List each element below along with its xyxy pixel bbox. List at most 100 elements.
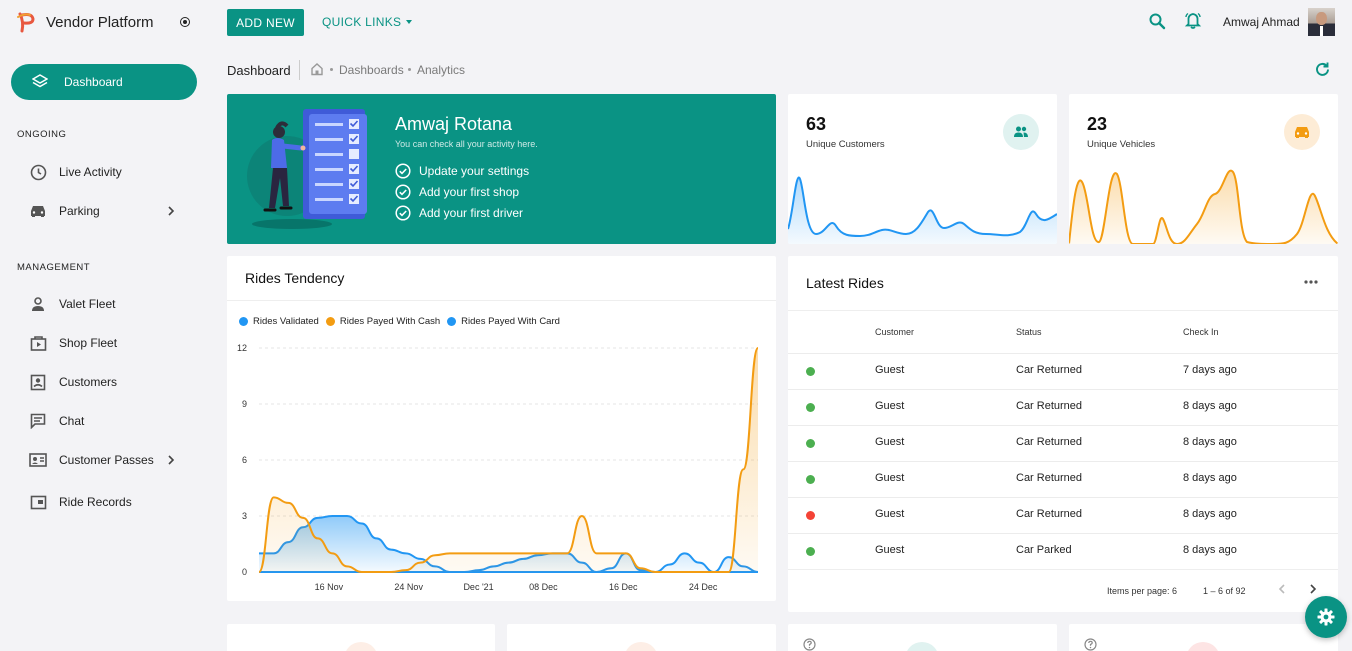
check-circle-icon bbox=[395, 205, 411, 221]
checkin-cell: 8 days ago bbox=[1183, 400, 1237, 412]
legend-label: Rides Payed With Card bbox=[461, 316, 560, 327]
table-row[interactable]: Guest Car Returned 8 days ago bbox=[788, 497, 1338, 533]
record-icon bbox=[28, 492, 48, 512]
sidebar-item-dashboard[interactable]: Dashboard bbox=[11, 64, 197, 100]
breadcrumb-divider bbox=[299, 60, 300, 80]
p-logo-icon bbox=[17, 12, 35, 33]
x-tick-label: 16 Dec bbox=[609, 582, 638, 592]
check-circle-icon bbox=[395, 184, 411, 200]
y-tick-label: 6 bbox=[242, 455, 247, 465]
chevron-left-icon[interactable] bbox=[1275, 582, 1289, 596]
task-item[interactable]: Add your first driver bbox=[395, 205, 523, 221]
sidebar-item-label: Shop Fleet bbox=[59, 336, 118, 350]
welcome-name: Amwaj Rotana bbox=[395, 114, 513, 134]
table-row[interactable]: Guest Car Returned 7 days ago bbox=[788, 353, 1338, 389]
sidebar-item-label: Customer Passes bbox=[59, 453, 154, 467]
x-tick-label: 08 Dec bbox=[529, 582, 558, 592]
sidebar-toggle-icon[interactable] bbox=[180, 17, 190, 27]
help-icon[interactable] bbox=[803, 638, 816, 651]
breadcrumb-dot bbox=[330, 68, 333, 71]
stat-card bbox=[1069, 624, 1338, 651]
chevron-right-icon bbox=[168, 455, 175, 465]
x-tick-label: Dec '21 bbox=[463, 582, 493, 592]
help-icon[interactable] bbox=[1084, 638, 1097, 651]
task-label: Update your settings bbox=[419, 164, 530, 178]
stat-icon-badge bbox=[624, 642, 658, 651]
customer-cell: Guest bbox=[875, 472, 905, 484]
layers-icon bbox=[30, 72, 50, 92]
stat-card bbox=[507, 624, 776, 651]
status-dot bbox=[806, 511, 815, 520]
checkin-cell: 8 days ago bbox=[1183, 544, 1237, 556]
quick-links-dropdown[interactable]: QUICK LINKS bbox=[322, 15, 413, 29]
task-item[interactable]: Update your settings bbox=[395, 163, 529, 179]
status-cell: Car Returned bbox=[1016, 400, 1083, 412]
section-management: MANAGEMENT bbox=[17, 262, 91, 273]
status-cell: Car Returned bbox=[1016, 364, 1083, 376]
card-title: Latest Rides bbox=[806, 275, 884, 291]
stat-card-customers: 63 Unique Customers bbox=[788, 94, 1057, 244]
id-card-icon bbox=[28, 450, 48, 470]
sidebar-item-chat[interactable]: Chat bbox=[28, 409, 188, 433]
table-row[interactable]: Guest Car Returned 8 days ago bbox=[788, 461, 1338, 497]
settings-fab[interactable] bbox=[1305, 596, 1347, 638]
sidebar-item-label: Parking bbox=[59, 204, 100, 218]
table-row[interactable]: Guest Car Returned 8 days ago bbox=[788, 425, 1338, 461]
legend-item[interactable]: Rides Validated bbox=[239, 316, 319, 327]
legend-item[interactable]: Rides Payed With Card bbox=[447, 316, 560, 327]
checklist-illustration bbox=[247, 109, 367, 229]
status-dot bbox=[806, 367, 815, 376]
rides-tendency-chart: 0 3 6 9 12 16 Nov 24 Nov Dec '21 08 Dec 16 Dec 24 … bbox=[237, 343, 759, 592]
status-cell: Car Parked bbox=[1016, 544, 1072, 556]
legend-dot bbox=[239, 317, 248, 326]
sidebar-item-valet-fleet[interactable]: Valet Fleet bbox=[28, 292, 188, 316]
card-title: Rides Tendency bbox=[245, 270, 345, 286]
stat-icon-badge bbox=[344, 642, 378, 651]
sidebar-item-customer-passes[interactable]: Customer Passes bbox=[28, 448, 188, 472]
customer-cell: Guest bbox=[875, 508, 905, 520]
gear-icon bbox=[1317, 608, 1335, 626]
legend-item[interactable]: Rides Payed With Cash bbox=[325, 316, 440, 327]
home-icon[interactable] bbox=[310, 62, 324, 76]
task-item[interactable]: Add your first shop bbox=[395, 184, 519, 200]
status-dot bbox=[806, 403, 815, 412]
add-new-button[interactable]: ADD NEW bbox=[227, 9, 304, 36]
table-row[interactable]: Guest Car Returned 8 days ago bbox=[788, 389, 1338, 425]
search-icon[interactable] bbox=[1148, 12, 1166, 30]
y-tick-label: 3 bbox=[242, 511, 247, 521]
sidebar-item-live-activity[interactable]: Live Activity bbox=[28, 160, 188, 184]
stat-value: 23 bbox=[1087, 114, 1108, 134]
bell-icon[interactable] bbox=[1184, 12, 1202, 30]
x-tick-label: 24 Dec bbox=[689, 582, 718, 592]
breadcrumb-item: Analytics bbox=[417, 63, 466, 77]
task-label: Add your first driver bbox=[419, 206, 524, 220]
brand[interactable]: Vendor Platform bbox=[16, 11, 154, 33]
refresh-icon[interactable] bbox=[1314, 61, 1331, 78]
more-horizontal-icon[interactable] bbox=[1304, 279, 1318, 285]
chevron-right-icon[interactable] bbox=[1306, 582, 1320, 596]
status-dot bbox=[806, 475, 815, 484]
rides-tendency-card: Rides Tendency Rides Validated Rides Pay… bbox=[227, 256, 776, 601]
legend-dot bbox=[325, 317, 335, 326]
sidebar-item-shop-fleet[interactable]: Shop Fleet bbox=[28, 331, 188, 355]
y-tick-label: 12 bbox=[237, 343, 247, 353]
chevron-right-icon bbox=[168, 206, 175, 216]
avatar[interactable] bbox=[1308, 8, 1335, 36]
x-tick-label: 16 Nov bbox=[315, 582, 344, 592]
sidebar-item-ride-records[interactable]: Ride Records bbox=[28, 490, 188, 514]
breadcrumb-item[interactable]: Dashboards bbox=[339, 63, 404, 77]
column-header[interactable]: Check In bbox=[1183, 327, 1219, 337]
divider bbox=[788, 310, 1338, 311]
table-row[interactable]: Guest Car Parked 8 days ago bbox=[788, 533, 1338, 569]
stat-icon-badge bbox=[1186, 642, 1220, 651]
items-per-page[interactable]: Items per page: 6 bbox=[1107, 586, 1177, 596]
stat-card bbox=[227, 624, 495, 651]
breadcrumb-dot bbox=[408, 68, 411, 71]
column-header[interactable]: Customer bbox=[875, 327, 914, 337]
welcome-subtitle: You can check all your activity here. bbox=[395, 139, 538, 149]
sidebar-item-customers[interactable]: Customers bbox=[28, 370, 188, 394]
sidebar-item-parking[interactable]: Parking bbox=[28, 199, 188, 223]
column-header[interactable]: Status bbox=[1016, 327, 1042, 337]
user-name[interactable]: Amwaj Ahmad bbox=[1223, 15, 1300, 29]
stat-label: Unique Vehicles bbox=[1087, 139, 1156, 150]
